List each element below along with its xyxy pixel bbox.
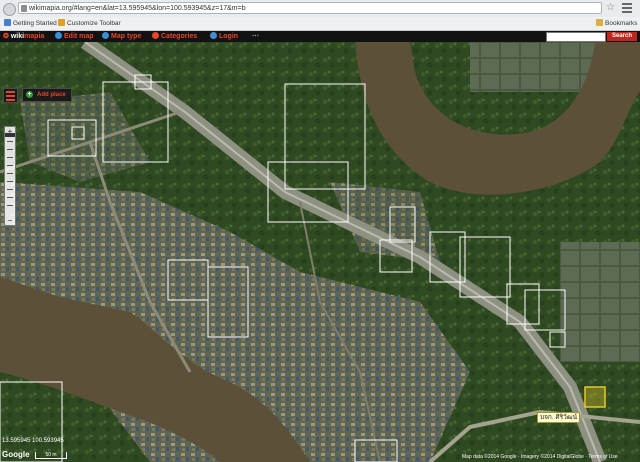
zoom-slider[interactable]: + −	[4, 126, 16, 226]
zoom-notch	[7, 149, 13, 150]
browser-menu-icon[interactable]	[622, 3, 632, 13]
page-icon	[21, 5, 27, 12]
zoom-out-button[interactable]: −	[5, 216, 15, 225]
satellite-map[interactable]: + Add place + −	[0, 42, 640, 462]
zoom-notch	[7, 205, 13, 206]
zoom-notch	[7, 173, 13, 174]
add-place-button[interactable]: + Add place	[22, 88, 72, 102]
map-search-button[interactable]: Search	[607, 32, 637, 41]
address-bar[interactable]: wikimapia.org/#lang=en&lat=13.595945&lon…	[18, 2, 602, 14]
zoom-notch	[7, 157, 13, 158]
browser-window: wikimapia.org/#lang=en&lat=13.595945&lon…	[0, 0, 640, 462]
zoom-notch	[7, 181, 13, 182]
map-type-button[interactable]: Map type	[102, 31, 141, 42]
place-label[interactable]: บจก. ศิริวัฒน์	[537, 412, 581, 423]
layers-button[interactable]	[3, 88, 18, 103]
bookmark-favicon-icon	[4, 19, 11, 26]
folder-icon	[596, 19, 603, 26]
zoom-notch	[7, 189, 13, 190]
scale-bar: 50 m	[35, 452, 67, 459]
map-type-icon	[102, 32, 109, 39]
selected-place	[584, 386, 606, 408]
map-search-input[interactable]	[546, 32, 606, 42]
login-button[interactable]: Login	[210, 31, 238, 42]
categories-button[interactable]: Categories	[152, 31, 197, 42]
zoom-notch	[7, 165, 13, 166]
pond-area	[560, 242, 640, 362]
bookmark-favicon-icon	[58, 19, 65, 26]
map-attribution[interactable]: Map data ©2014 Google · Imagery ©2014 Di…	[462, 454, 618, 460]
bookmark-getting-started[interactable]: Getting Started	[4, 19, 57, 28]
bookmark-star-icon[interactable]: ☆	[606, 2, 615, 14]
categories-icon	[152, 32, 159, 39]
globe-icon	[55, 32, 62, 39]
user-icon	[210, 32, 217, 39]
wikimapia-logo[interactable]: ❂ wikimapia	[3, 31, 44, 42]
edit-map-button[interactable]: Edit map	[55, 31, 94, 42]
bookmarks-bar: Getting Started Customize Toolbar Bookma…	[0, 17, 640, 31]
zoom-notch	[7, 141, 13, 142]
map-imagery	[0, 42, 640, 462]
address-text: wikimapia.org/#lang=en&lat=13.595945&lon…	[29, 5, 246, 12]
plus-icon: +	[26, 91, 33, 98]
zoom-thumb[interactable]	[5, 133, 15, 137]
google-logo: Google	[2, 450, 30, 459]
more-icon[interactable]: ⋯	[252, 31, 259, 42]
back-button[interactable]	[3, 3, 16, 16]
wikimapia-logo-icon: ❂	[3, 33, 9, 40]
coordinates-readout: 13.595945 100.593945	[2, 438, 64, 444]
bookmark-customize-toolbar[interactable]: Customize Toolbar	[58, 19, 121, 28]
browser-toolbar: wikimapia.org/#lang=en&lat=13.595945&lon…	[0, 0, 640, 18]
bookmarks-folder[interactable]: Bookmarks	[596, 19, 638, 28]
wikimapia-toolbar: ❂ wikimapia Edit map Map type Categories…	[0, 31, 640, 42]
zoom-notch	[7, 197, 13, 198]
